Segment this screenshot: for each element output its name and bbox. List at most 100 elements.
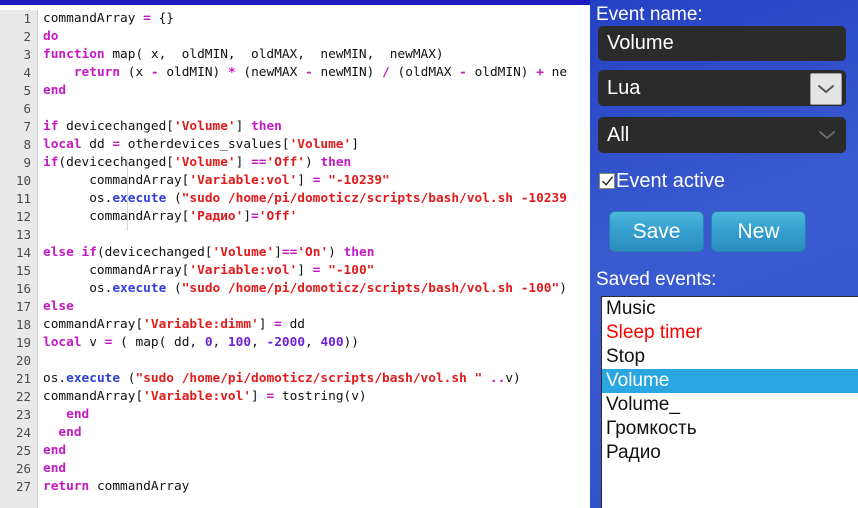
code-line[interactable]: commandArray['Variable:vol'] = "-10239" [39, 172, 590, 190]
code-token: 'Variable:vol' [189, 173, 298, 188]
event-active-checkbox[interactable] [599, 173, 615, 189]
code-token: map( x, oldMIN, oldMAX, newMIN, newMAX) [104, 47, 444, 62]
code-token: , [251, 335, 267, 350]
code-token: - [459, 65, 467, 80]
code-token: dd [81, 137, 113, 152]
language-select[interactable]: Lua [598, 70, 846, 106]
line-number-gutter: 1 2▼3▼4 5 6 7▼8 9▼10 11 12 13 14▼15 16 17 18 19 20 21 22… [0, 10, 47, 508]
scope-select[interactable]: All [598, 117, 846, 153]
code-token: execute [112, 281, 167, 296]
code-line[interactable]: commandArray['Variable:vol'] = "-100" [39, 262, 590, 280]
code-token: os. [43, 281, 113, 296]
code-line[interactable]: function map( x, oldMIN, oldMAX, newMIN,… [39, 46, 590, 64]
code-token: execute [112, 191, 167, 206]
saved-events-list[interactable]: Music Sleep timer Stop Volume Volume_ Громкос… [601, 296, 858, 508]
code-token: - [150, 65, 159, 80]
list-item[interactable]: Volume [602, 369, 858, 393]
code-token: = [143, 11, 151, 26]
event-active-label: Event active [616, 170, 725, 192]
code-line[interactable]: return (x - oldMIN) * (newMAX - newMIN) … [39, 64, 590, 82]
code-token: v [81, 335, 105, 350]
line-number: 5 [23, 83, 31, 98]
indent-guide [127, 159, 128, 231]
list-item[interactable]: Volume_ [602, 393, 858, 417]
code-line[interactable]: local v = ( map( dd, 0, 100, -2000, 400)… [39, 334, 590, 352]
code-line[interactable]: else if(devicechanged['Volume']=='On') t… [39, 244, 590, 262]
code-token: ) [328, 245, 344, 260]
code-token: commandArray[ [43, 209, 190, 224]
code-editor[interactable]: 1 2▼3▼4 5 6 7▼8 9▼10 11 12 13 14▼15 16 17 18 19 20 21 22… [0, 0, 590, 508]
code-line[interactable]: os.execute ("sudo /home/pi/domoticz/scri… [39, 370, 590, 388]
code-line[interactable]: end [39, 82, 590, 100]
code-token: -2000 [266, 335, 306, 350]
save-button[interactable]: Save [609, 211, 704, 252]
code-token: end [43, 461, 67, 476]
chevron-down-icon[interactable] [810, 73, 842, 105]
code-token: 'Variable:vol' [143, 389, 252, 404]
code-line[interactable]: end [39, 442, 590, 460]
code-token: else [43, 299, 74, 314]
line-number: 22 [15, 389, 31, 404]
code-token: ( map( dd, [112, 335, 205, 350]
code-token: (devicechanged[ [58, 155, 174, 170]
code-token: end [58, 425, 82, 440]
code-line[interactable] [39, 226, 590, 244]
code-token: commandArray[ [43, 317, 144, 332]
code-token: ] [297, 173, 313, 188]
event-active-row[interactable]: Event active [599, 168, 725, 194]
line-number: 14▼ [0, 244, 47, 262]
list-item[interactable]: Music [602, 297, 858, 321]
code-line[interactable]: commandArray['Радио']='Off' [39, 208, 590, 226]
code-line[interactable]: else [39, 298, 590, 316]
code-content[interactable]: commandArray = {} do function map( x, oldM… [39, 10, 590, 508]
line-number: 24 [15, 425, 31, 440]
line-number: 17 [15, 299, 31, 314]
code-line[interactable]: os.execute ("sudo /home/pi/domoticz/scri… [39, 280, 590, 298]
event-settings-panel: Event name: Lua All [590, 0, 858, 508]
code-line[interactable] [39, 100, 590, 118]
line-number: 3▼ [0, 46, 46, 64]
line-number: 7▼ [0, 118, 46, 136]
new-button[interactable]: New [711, 211, 806, 252]
event-name-label: Event name: [596, 4, 703, 25]
code-token: else [43, 245, 74, 260]
code-line[interactable]: if devicechanged['Volume'] then [39, 118, 590, 136]
code-token: ] [258, 317, 275, 332]
line-number: 2▼ [0, 28, 46, 46]
code-token: 'Volume' [212, 245, 275, 260]
code-token: .. [482, 371, 506, 386]
list-item[interactable]: Stop [602, 345, 858, 369]
chevron-down-icon[interactable] [812, 120, 842, 150]
code-line[interactable]: end [39, 406, 590, 424]
code-line[interactable]: local dd = otherdevices_svalues['Volume'… [39, 136, 590, 154]
list-item[interactable]: Sleep timer [602, 321, 858, 345]
list-item[interactable]: Радио [602, 441, 858, 465]
list-item[interactable]: Громкость [602, 417, 858, 441]
code-token: newMIN) [312, 65, 383, 80]
code-token: if [81, 245, 97, 260]
code-token: 'Volume' [174, 155, 236, 170]
code-token: (devicechanged[ [96, 245, 213, 260]
code-line[interactable]: end [39, 424, 590, 442]
code-token: == [281, 245, 298, 260]
code-line[interactable]: os.execute ("sudo /home/pi/domoticz/scri… [39, 190, 590, 208]
code-line[interactable]: return commandArray [39, 478, 590, 496]
code-line[interactable]: commandArray['Variable:vol'] = tostring(… [39, 388, 590, 406]
line-number: 23 [15, 407, 31, 422]
line-number: 6 [23, 101, 31, 116]
code-token: ] [235, 155, 252, 170]
code-line[interactable] [39, 352, 590, 370]
code-token: os. [43, 371, 67, 386]
code-line[interactable]: commandArray['Variable:dimm'] = dd [39, 316, 590, 334]
code-line[interactable]: end [39, 460, 590, 478]
code-line[interactable]: do [39, 28, 590, 46]
code-token: function [43, 47, 105, 62]
code-token: 'Variable:vol' [189, 263, 298, 278]
event-name-input[interactable] [598, 26, 846, 61]
code-token: * [227, 65, 236, 80]
code-token: devicechanged[ [58, 119, 174, 134]
code-token: commandArray [43, 11, 144, 26]
line-number: 15 [15, 263, 31, 278]
code-line[interactable]: commandArray = {} [39, 10, 590, 28]
code-line[interactable]: if(devicechanged['Volume'] =='Off') then [39, 154, 590, 172]
